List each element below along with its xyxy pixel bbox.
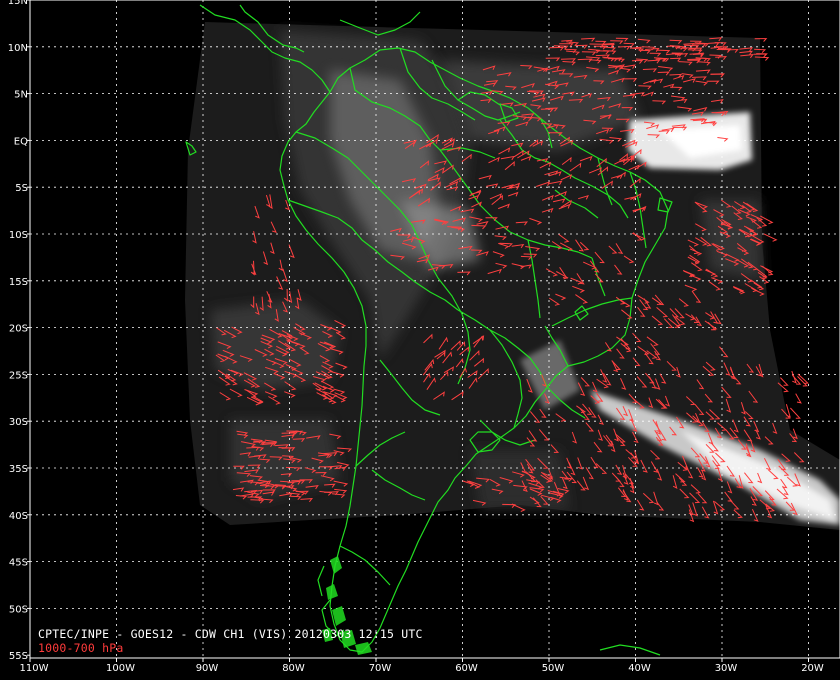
lat-tick-label: 55S — [9, 651, 28, 662]
lat-tick-label: 15S — [9, 277, 28, 288]
lon-tick-label: 40W — [628, 663, 651, 674]
wind-barb — [790, 407, 801, 419]
lon-tick-label: 90W — [196, 663, 219, 674]
lat-tick-label: EQ — [14, 136, 28, 147]
wind-barb — [763, 233, 778, 242]
image-title: CPTEC/INPE - GOES12 - CDW CH1 (VIS) 2012… — [38, 627, 423, 641]
wind-barb — [795, 393, 802, 404]
lon-tick-label: 110W — [20, 663, 49, 674]
lat-tick-label: 10S — [9, 230, 28, 241]
lat-tick-label: 50S — [9, 604, 28, 615]
wind-barb — [791, 370, 797, 384]
lat-tick-label: 5S — [15, 183, 28, 194]
lat-tick-label: 30S — [9, 417, 28, 428]
lon-tick-label: 30W — [715, 663, 738, 674]
lat-tick-label: 40S — [9, 511, 28, 522]
wind-barb — [780, 377, 789, 386]
lat-tick-label: 5N — [14, 90, 28, 101]
map-canvas: 15N 10N 5N EQ 5S 10S 15S 20S 25S 30S 35S 40S 45S 50S 5… — [8, 0, 840, 674]
lon-tick-label: 100W — [106, 663, 135, 674]
pressure-level-label: 1000-700 hPa — [38, 641, 124, 655]
lon-tick-label: 80W — [282, 663, 305, 674]
satellite-wind-map: 15N 10N 5N EQ 5S 10S 15S 20S 25S 30S 35S 40S 45S 50S 5… — [0, 0, 840, 680]
lon-tick-label: 50W — [542, 663, 565, 674]
lon-tick-label: 60W — [455, 663, 478, 674]
lat-tick-label: 15N — [8, 0, 28, 7]
lat-tick-label: 20S — [9, 324, 28, 335]
lat-tick-label: 25S — [9, 370, 28, 381]
lat-tick-label: 45S — [9, 558, 28, 569]
lat-tick-label: 10N — [8, 43, 28, 54]
lat-tick-label: 35S — [9, 464, 28, 475]
satellite-imagery — [185, 22, 840, 530]
latitude-labels: 15N 10N 5N EQ 5S 10S 15S 20S 25S 30S 35S 40S 45S 50S 5… — [8, 0, 30, 662]
lon-tick-label: 20W — [801, 663, 824, 674]
longitude-labels: 110W 100W 90W 80W 70W 60W 50W 40W 30W 20W — [20, 658, 824, 674]
lon-tick-label: 70W — [369, 663, 392, 674]
